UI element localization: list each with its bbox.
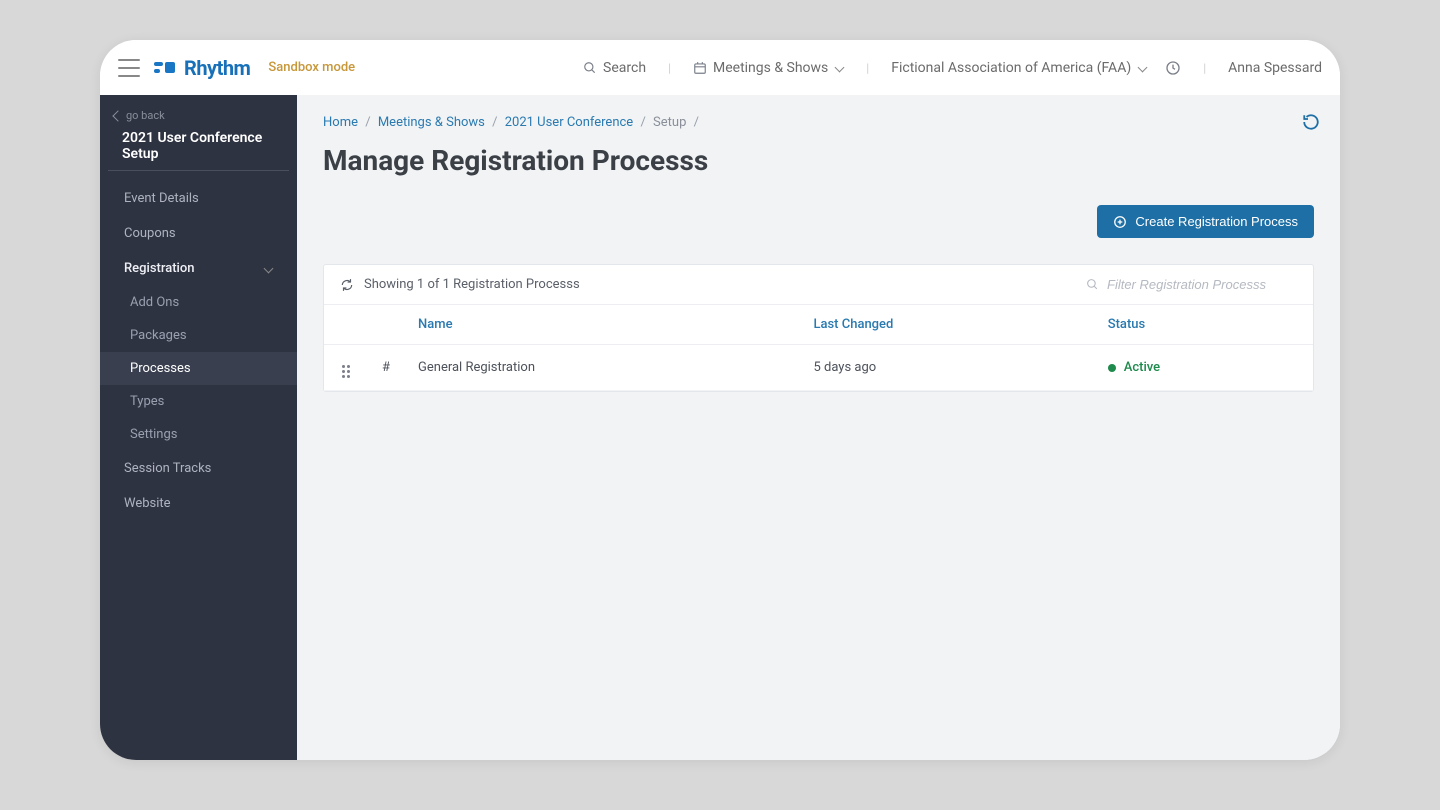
create-registration-process-button[interactable]: Create Registration Process [1097,205,1314,238]
sidebar-item-label: Event Details [124,191,199,206]
org-switcher[interactable]: Fictional Association of America (FAA) [891,60,1147,76]
menu-toggle-button[interactable] [118,59,140,77]
sidebar-title: 2021 User Conference Setup [108,126,289,171]
chevron-down-icon [1137,63,1147,73]
sidebar-item-label: Website [124,496,171,511]
meetings-shows-dropdown[interactable]: Meetings & Shows [693,60,844,76]
drag-icon [342,365,350,378]
row-status: Active [1094,345,1313,391]
arrow-left-icon [112,110,123,121]
breadcrumb-setup: Setup [653,115,686,130]
sidebar-subitem-packages[interactable]: Packages [100,319,297,352]
showing-count-label: Showing 1 of 1 Registration Processs [364,277,580,292]
search-icon [583,61,597,75]
drag-handle[interactable] [324,345,368,391]
calendar-icon [693,61,707,75]
sidebar-item-label: Coupons [124,226,176,241]
sidebar-item-event-details[interactable]: Event Details [100,181,297,216]
sidebar: go back 2021 User Conference Setup Event… [100,95,297,760]
main-content: Home / Meetings & Shows / 2021 User Conf… [297,95,1340,760]
status-dot-icon [1108,364,1116,372]
meetings-shows-label: Meetings & Shows [713,60,828,76]
plus-circle-icon [1113,215,1127,229]
content-row: go back 2021 User Conference Setup Event… [100,95,1340,760]
column-name[interactable]: Name [404,305,799,345]
clock-icon [1165,60,1181,76]
action-row: Create Registration Process [323,205,1314,238]
row-number: # [368,345,404,391]
sidebar-subitem-settings[interactable]: Settings [100,418,297,451]
sidebar-subitem-add-ons[interactable]: Add Ons [100,286,297,319]
chevron-down-icon [834,63,844,73]
filter-input[interactable] [1107,277,1297,292]
sidebar-item-registration[interactable]: Registration [100,251,297,286]
create-button-label: Create Registration Process [1135,214,1298,229]
sync-icon[interactable] [340,278,354,292]
column-last-changed[interactable]: Last Changed [799,305,1093,345]
global-search[interactable]: Search [583,60,646,76]
sidebar-item-label: Types [130,394,164,409]
table-header-row: Name Last Changed Status [324,305,1313,345]
sidebar-item-coupons[interactable]: Coupons [100,216,297,251]
app-window: Rhythm Sandbox mode Search | Meetings & … [100,40,1340,760]
breadcrumb: Home / Meetings & Shows / 2021 User Conf… [323,115,1314,130]
brand-name: Rhythm [184,56,250,80]
page-title: Manage Registration Processs [323,144,1314,177]
sidebar-item-session-tracks[interactable]: Session Tracks [100,451,297,486]
sandbox-mode-badge: Sandbox mode [268,60,355,75]
sidebar-item-website[interactable]: Website [100,486,297,521]
brand-logo[interactable]: Rhythm [154,56,250,80]
column-drag [324,305,368,345]
row-last-changed: 5 days ago [799,345,1093,391]
logo-icon [154,59,176,77]
processes-table: Name Last Changed Status # General Regis… [324,305,1313,391]
page-refresh-button[interactable] [1302,113,1320,131]
user-name: Anna Spessard [1228,60,1322,76]
processes-panel: Showing 1 of 1 Registration Processs [323,264,1314,392]
user-menu[interactable]: Anna Spessard [1228,60,1322,76]
status-text: Active [1124,360,1160,375]
sidebar-item-label: Session Tracks [124,461,211,476]
row-name: General Registration [404,345,799,391]
search-icon [1086,278,1099,291]
column-index [368,305,404,345]
go-back-link[interactable]: go back [100,105,297,126]
breadcrumb-meetings[interactable]: Meetings & Shows [378,115,485,130]
sidebar-item-label: Registration [124,261,194,276]
sidebar-item-label: Processes [130,361,191,376]
top-bar: Rhythm Sandbox mode Search | Meetings & … [100,40,1340,95]
filter-wrap [1086,277,1297,292]
panel-header: Showing 1 of 1 Registration Processs [324,265,1313,305]
recent-activity-button[interactable] [1165,60,1181,76]
breadcrumb-home[interactable]: Home [323,115,358,130]
chevron-down-icon [263,264,273,274]
sidebar-subitem-types[interactable]: Types [100,385,297,418]
column-status[interactable]: Status [1094,305,1313,345]
search-label: Search [603,60,646,76]
table-row[interactable]: # General Registration 5 days ago Active [324,345,1313,391]
sidebar-item-label: Packages [130,328,187,343]
refresh-icon [1302,113,1320,131]
sidebar-item-label: Add Ons [130,295,179,310]
breadcrumb-event[interactable]: 2021 User Conference [505,115,633,130]
org-name: Fictional Association of America (FAA) [891,60,1131,76]
sidebar-item-label: Settings [130,427,177,442]
sidebar-subitem-processes[interactable]: Processes [100,352,297,385]
go-back-label: go back [126,109,165,122]
